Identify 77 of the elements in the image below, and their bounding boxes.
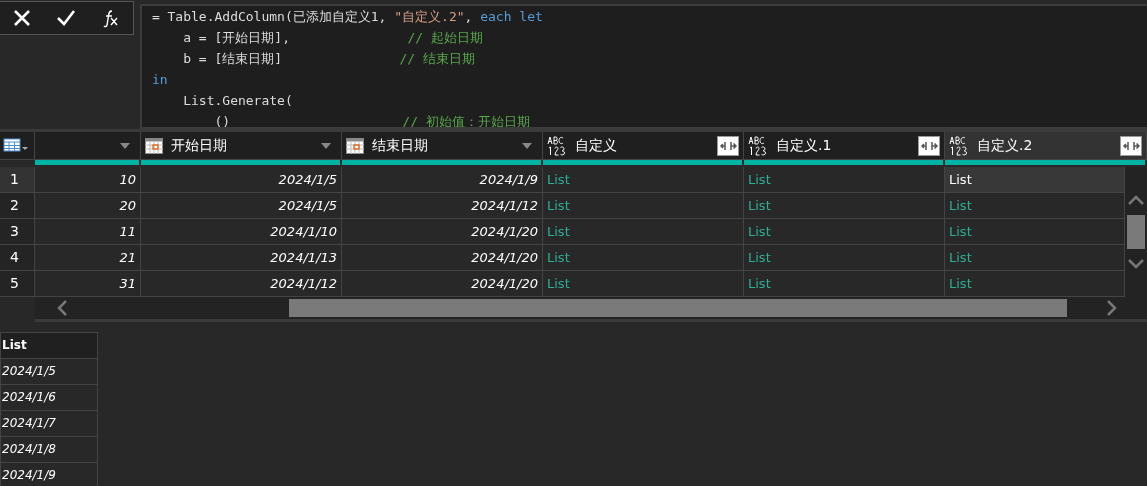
- table-cell[interactable]: List: [945, 193, 1125, 219]
- table-icon: [3, 137, 29, 154]
- code-line: b = [结束日期] // 结束日期: [182, 50, 477, 68]
- row-number: 4: [0, 245, 35, 271]
- scroll-up-icon[interactable]: [1128, 195, 1144, 205]
- column-header[interactable]: 结束日期: [342, 132, 543, 159]
- table-cell[interactable]: 2024/1/9: [342, 167, 543, 193]
- code-line: = Table.AddColumn(已添加自定义1, "自定义.2", each let: [151, 8, 544, 26]
- dropdown-caret-icon[interactable]: [120, 142, 130, 149]
- table-cell[interactable]: List: [744, 167, 945, 193]
- row-number: 5: [0, 271, 35, 297]
- table-cell[interactable]: 10: [35, 167, 141, 193]
- table-cell[interactable]: List: [744, 193, 945, 219]
- column-header[interactable]: 开始日期: [141, 132, 342, 159]
- expand-column-icon[interactable]: [1120, 135, 1142, 156]
- code-line: List.Generate(: [182, 92, 294, 110]
- table-menu-button[interactable]: [0, 132, 35, 159]
- column-header[interactable]: 自定义.1: [744, 132, 945, 159]
- table-cell[interactable]: List: [543, 245, 744, 271]
- table-cell[interactable]: List: [744, 245, 945, 271]
- scroll-left-icon[interactable]: [57, 300, 67, 316]
- table-cell[interactable]: List: [543, 193, 744, 219]
- table-cell[interactable]: 11: [35, 219, 141, 245]
- any-type-icon: [949, 135, 969, 156]
- column-header[interactable]: 自定义: [543, 132, 744, 159]
- dropdown-caret-icon[interactable]: [522, 142, 532, 149]
- table-cell[interactable]: 2024/1/12: [141, 271, 342, 297]
- table-cell[interactable]: 2024/1/5: [141, 193, 342, 219]
- table-cell[interactable]: 31: [35, 271, 141, 297]
- list-item: 2024/1/6: [0, 385, 98, 411]
- dropdown-caret-icon[interactable]: [321, 142, 331, 149]
- column-title: 自定义.1: [776, 136, 833, 155]
- table-cell[interactable]: List: [744, 271, 945, 297]
- calendar-icon: [145, 137, 163, 154]
- code-line: a = [开始日期], // 起始日期: [182, 29, 484, 47]
- checkmark-icon: [56, 8, 77, 28]
- code-line: in: [151, 71, 169, 89]
- horizontal-scrollbar-thumb[interactable]: [289, 299, 1067, 317]
- column-header[interactable]: 自定义.2: [945, 132, 1147, 159]
- table-cell[interactable]: List: [543, 271, 744, 297]
- table-cell[interactable]: List: [945, 271, 1125, 297]
- list-item: 2024/1/7: [0, 411, 98, 437]
- list-item: 2024/1/8: [0, 437, 98, 463]
- expand-column-icon[interactable]: [918, 135, 940, 156]
- close-icon: [12, 8, 33, 28]
- table-cell[interactable]: List: [945, 219, 1125, 245]
- scroll-down-icon[interactable]: [1128, 259, 1144, 269]
- table-cell[interactable]: 2024/1/20: [342, 245, 543, 271]
- table-cell[interactable]: List: [543, 219, 744, 245]
- table-cell[interactable]: 21: [35, 245, 141, 271]
- list-item: 2024/1/5: [0, 359, 98, 385]
- table-cell[interactable]: 2024/1/12: [342, 193, 543, 219]
- table-cell[interactable]: 2024/1/13: [141, 245, 342, 271]
- row-number: 2: [0, 193, 35, 219]
- row-number: 1: [0, 167, 35, 193]
- table-cell[interactable]: List: [744, 219, 945, 245]
- table-cell[interactable]: List: [945, 167, 1125, 193]
- table-cell[interactable]: 2024/1/20: [342, 271, 543, 297]
- list-item: 2024/1/9: [0, 463, 98, 486]
- table-cell[interactable]: 2024/1/10: [141, 219, 342, 245]
- table-cell[interactable]: List: [543, 167, 744, 193]
- table-cell[interactable]: 2024/1/5: [141, 167, 342, 193]
- table-cell[interactable]: List: [945, 245, 1125, 271]
- scroll-right-icon[interactable]: [1107, 300, 1117, 316]
- column-title: 开始日期: [171, 136, 228, 155]
- table-cell[interactable]: 20: [35, 193, 141, 219]
- list-header: List: [0, 332, 98, 359]
- column-title: 自定义.2: [977, 136, 1034, 155]
- table-cell[interactable]: 2024/1/20: [342, 219, 543, 245]
- any-type-icon: [748, 135, 768, 156]
- vertical-scrollbar-thumb[interactable]: [1127, 215, 1145, 249]
- expand-column-icon[interactable]: [717, 135, 739, 156]
- column-title: 自定义: [575, 136, 618, 155]
- calendar-icon: [346, 137, 364, 154]
- row-number: 3: [0, 219, 35, 245]
- any-type-icon: [547, 135, 567, 156]
- column-title: 结束日期: [372, 136, 429, 155]
